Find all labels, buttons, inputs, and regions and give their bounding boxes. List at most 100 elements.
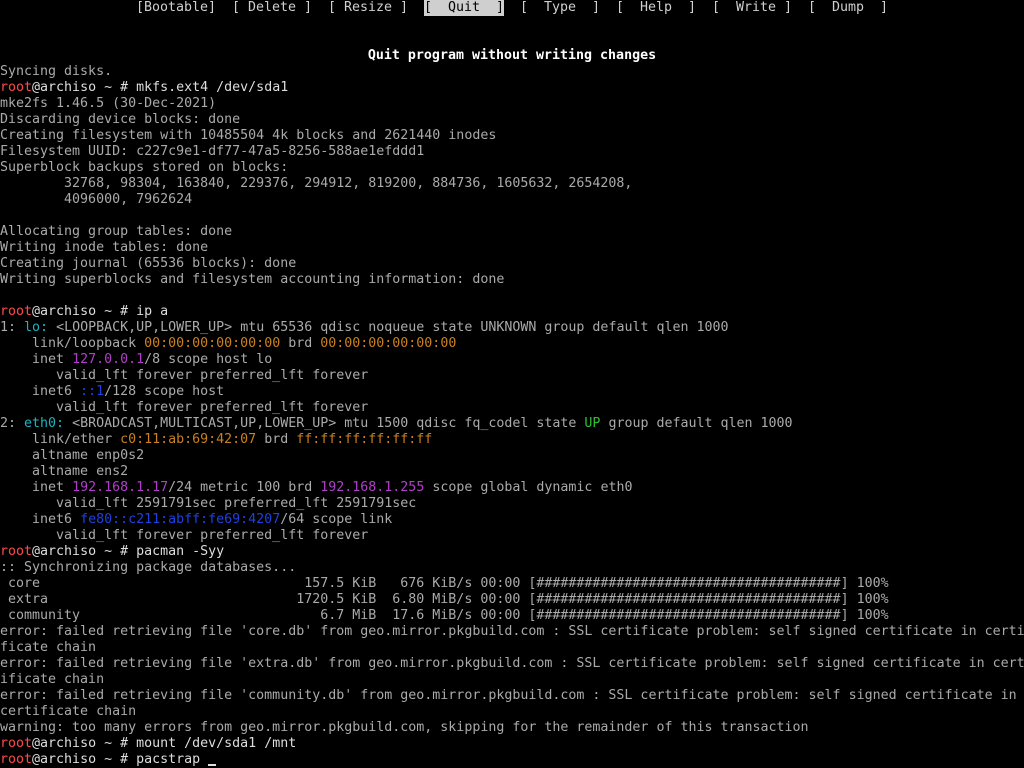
menu-resize[interactable]: [ Resize ] bbox=[328, 0, 408, 16]
terminal-text: community 6.7 MiB 17.6 MiB/s 00:00 [####… bbox=[0, 608, 889, 623]
terminal-text: mke2fs 1.46.5 (30-Dec-2021) bbox=[0, 96, 217, 111]
terminal-line: mke2fs 1.46.5 (30-Dec-2021) bbox=[0, 96, 1024, 112]
terminal-line: inet6 ::1/128 scope host bbox=[0, 384, 1024, 400]
terminal-line: altname enp0s2 bbox=[0, 448, 1024, 464]
terminal-text: c0:11:ab:69:42:07 bbox=[120, 432, 257, 447]
terminal-line: root@archiso ~ # pacman -Syy bbox=[0, 544, 1024, 560]
terminal-text: valid_lft forever preferred_lft forever bbox=[0, 400, 369, 415]
terminal-line: certificate chain bbox=[0, 704, 1024, 720]
terminal-text: 00:00:00:00:00:00 bbox=[144, 336, 281, 351]
terminal-text: error: failed retrieving file 'core.db' … bbox=[0, 624, 1024, 639]
terminal-line: valid_lft forever preferred_lft forever bbox=[0, 528, 1024, 544]
terminal-line: Creating filesystem with 10485504 4k blo… bbox=[0, 128, 1024, 144]
terminal-text: ficate chain bbox=[0, 640, 97, 655]
terminal-line: link/loopback 00:00:00:00:00:00 brd 00:0… bbox=[0, 336, 1024, 352]
terminal-text: lo: bbox=[24, 320, 49, 335]
menu-dump[interactable]: [ Dump ] bbox=[808, 0, 888, 16]
menu-delete[interactable]: [ Delete ] bbox=[232, 0, 312, 16]
terminal-line: Discarding device blocks: done bbox=[0, 112, 1024, 128]
terminal-line: error: failed retrieving file 'extra.db'… bbox=[0, 656, 1024, 672]
terminal-text: root bbox=[0, 752, 33, 767]
terminal-text: brd bbox=[256, 432, 297, 447]
terminal-text: group default qlen 1000 bbox=[600, 416, 793, 431]
terminal-text: root bbox=[0, 736, 33, 751]
terminal-line: Superblock backups stored on blocks: bbox=[0, 160, 1024, 176]
terminal-line: Writing superblocks and filesystem accou… bbox=[0, 272, 1024, 288]
terminal-text: fe80::c211:abff:fe69:4207 bbox=[80, 512, 281, 527]
terminal-text: 127.0.0.1 bbox=[72, 352, 145, 367]
terminal-text: altname ens2 bbox=[0, 464, 129, 479]
terminal-text: Discarding device blocks: done bbox=[0, 112, 241, 127]
terminal-line: root@archiso ~ # mount /dev/sda1 /mnt bbox=[0, 736, 1024, 752]
terminal-text: brd bbox=[280, 336, 321, 351]
cfdisk-menu-bar: [Bootable] [ Delete ] [ Resize ] [ Quit … bbox=[0, 0, 888, 16]
terminal-text: root bbox=[0, 304, 33, 319]
terminal-text: Filesystem UUID: c227c9e1-df77-47a5-8256… bbox=[0, 144, 425, 159]
terminal-text: inet6 bbox=[0, 384, 81, 399]
terminal-line: core 157.5 KiB 676 KiB/s 00:00 [########… bbox=[0, 576, 1024, 592]
status-message: Quit program without writing changes bbox=[367, 48, 657, 63]
terminal-text: 192.168.1.255 bbox=[320, 480, 425, 495]
terminal-text: inet bbox=[0, 352, 73, 367]
terminal-line: ificate chain bbox=[0, 672, 1024, 688]
terminal-text: :: Synchronizing package databases... bbox=[0, 560, 297, 575]
terminal-line: link/ether c0:11:ab:69:42:07 brd ff:ff:f… bbox=[0, 432, 1024, 448]
terminal-line: 32768, 98304, 163840, 229376, 294912, 81… bbox=[0, 176, 1024, 192]
terminal-line: :: Synchronizing package databases... bbox=[0, 560, 1024, 576]
terminal-text: eth0: bbox=[24, 416, 65, 431]
terminal-line: inet 127.0.0.1/8 scope host lo bbox=[0, 352, 1024, 368]
terminal-text: link/loopback bbox=[0, 336, 145, 351]
terminal-text: <BROADCAST,MULTICAST,UP,LOWER_UP> mtu 15… bbox=[64, 416, 585, 431]
terminal-line: altname ens2 bbox=[0, 464, 1024, 480]
terminal-text: link/ether bbox=[0, 432, 121, 447]
terminal-text: valid_lft forever preferred_lft forever bbox=[0, 528, 369, 543]
terminal-text: /8 scope host lo bbox=[144, 352, 273, 367]
terminal-cursor bbox=[208, 764, 217, 766]
terminal-text: 4096000, 7962624 bbox=[0, 192, 193, 207]
terminal-text: Writing superblocks and filesystem accou… bbox=[0, 272, 505, 287]
terminal-text: /128 scope host bbox=[104, 384, 225, 399]
menu-bootable[interactable]: [Bootable] bbox=[136, 0, 216, 16]
terminal-line: extra 1720.5 KiB 6.80 MiB/s 00:00 [#####… bbox=[0, 592, 1024, 608]
terminal-text: @archiso ~ # ip a bbox=[32, 304, 169, 319]
terminal-line: Creating journal (65536 blocks): done bbox=[0, 256, 1024, 272]
terminal-line: inet 192.168.1.17/24 metric 100 brd 192.… bbox=[0, 480, 1024, 496]
terminal-text: Creating journal (65536 blocks): done bbox=[0, 256, 297, 271]
terminal-line: Allocating group tables: done bbox=[0, 224, 1024, 240]
terminal-line: valid_lft forever preferred_lft forever bbox=[0, 368, 1024, 384]
terminal-text: UP bbox=[584, 416, 601, 431]
terminal-line: error: failed retrieving file 'community… bbox=[0, 688, 1024, 704]
terminal-text: Allocating group tables: done bbox=[0, 224, 233, 239]
menu-write[interactable]: [ Write ] bbox=[712, 0, 792, 16]
menu-quit[interactable]: [ Quit ] bbox=[424, 0, 505, 16]
terminal-text: core 157.5 KiB 676 KiB/s 00:00 [########… bbox=[0, 576, 889, 591]
terminal-text: extra 1720.5 KiB 6.80 MiB/s 00:00 [#####… bbox=[0, 592, 889, 607]
terminal-text: Creating filesystem with 10485504 4k blo… bbox=[0, 128, 497, 143]
terminal-line: valid_lft 2591791sec preferred_lft 25917… bbox=[0, 496, 1024, 512]
terminal-screen[interactable]: [Bootable] [ Delete ] [ Resize ] [ Quit … bbox=[0, 0, 1024, 768]
terminal-line: ficate chain bbox=[0, 640, 1024, 656]
terminal-text: Writing inode tables: done bbox=[0, 240, 209, 255]
terminal-line: root@archiso ~ # ip a bbox=[0, 304, 1024, 320]
terminal-text: Syncing disks. bbox=[0, 64, 113, 79]
menu-type[interactable]: [ Type ] bbox=[520, 0, 600, 16]
terminal-line: inet6 fe80::c211:abff:fe69:4207/64 scope… bbox=[0, 512, 1024, 528]
terminal-text: error: failed retrieving file 'community… bbox=[0, 688, 1017, 703]
menu-help[interactable]: [ Help ] bbox=[616, 0, 696, 16]
terminal-text: ff:ff:ff:ff:ff:ff bbox=[296, 432, 433, 447]
terminal-text: ificate chain bbox=[0, 672, 105, 687]
terminal-text: ::1 bbox=[80, 384, 105, 399]
terminal-text: 1: bbox=[0, 320, 25, 335]
terminal-line: error: failed retrieving file 'core.db' … bbox=[0, 624, 1024, 640]
terminal-line: 2: eth0: <BROADCAST,MULTICAST,UP,LOWER_U… bbox=[0, 416, 1024, 432]
terminal-output: Syncing disks. root@archiso ~ # mkfs.ext4… bbox=[0, 64, 1024, 768]
terminal-line: 4096000, 7962624 bbox=[0, 192, 1024, 208]
terminal-text: valid_lft 2591791sec preferred_lft 25917… bbox=[0, 496, 417, 511]
terminal-text: @archiso ~ # pacstrap bbox=[32, 752, 209, 767]
terminal-line: valid_lft forever preferred_lft forever bbox=[0, 400, 1024, 416]
terminal-line: 1: lo: <LOOPBACK,UP,LOWER_UP> mtu 65536 … bbox=[0, 320, 1024, 336]
terminal-text: inet bbox=[0, 480, 73, 495]
terminal-line: warning: too many errors from geo.mirror… bbox=[0, 720, 1024, 736]
terminal-text: <LOOPBACK,UP,LOWER_UP> mtu 65536 qdisc n… bbox=[48, 320, 729, 335]
